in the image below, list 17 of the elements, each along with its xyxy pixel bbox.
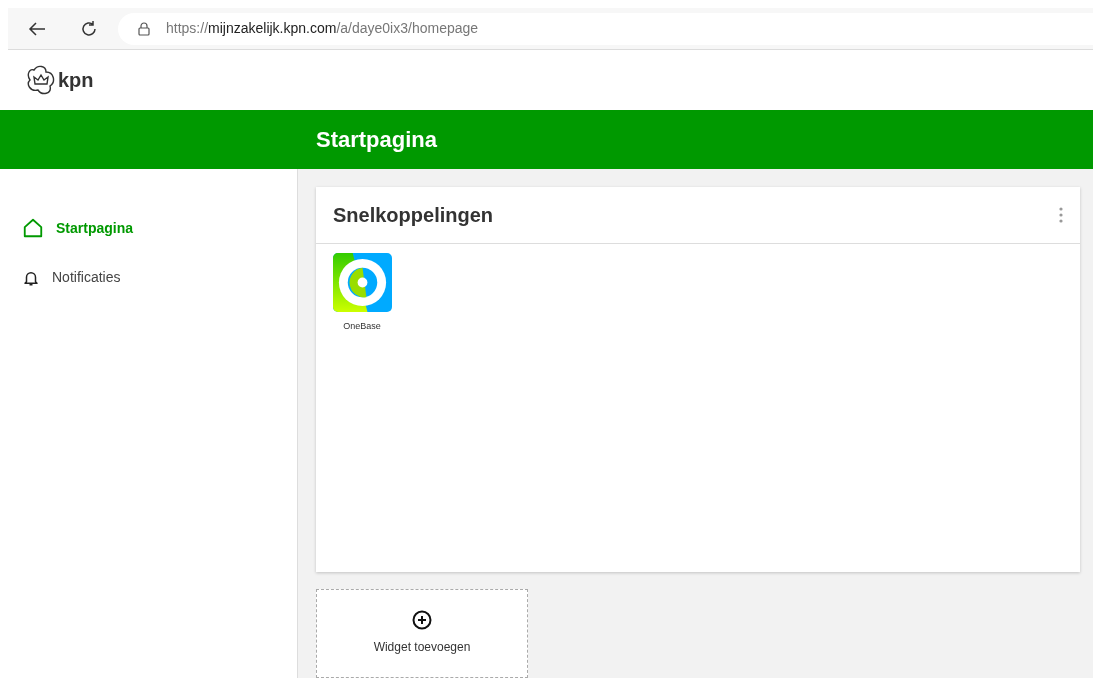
sidebar-item[interactable]: Startpagina — [22, 217, 133, 239]
shortcut-tile[interactable]: OneBase — [332, 253, 392, 334]
lock-icon — [138, 21, 150, 36]
url-text: https://mijnzakelijk.kpn.com/a/daye0ix3/homepage — [166, 19, 479, 38]
plus-circle-icon — [412, 609, 432, 630]
page-title: Startpagina — [316, 126, 438, 154]
address-bar[interactable]: https://mijnzakelijk.kpn.com/a/daye0ix3/homepage — [118, 12, 1093, 45]
widget-title: Snelkoppelingen — [333, 203, 494, 228]
crown-logo-icon — [26, 64, 56, 96]
add-widget-button[interactable]: Widget toevoegen — [316, 588, 528, 678]
sidebar-item[interactable]: Notificaties — [22, 267, 121, 288]
app-logo-icon — [332, 253, 392, 312]
home-icon — [22, 217, 44, 239]
reload-icon[interactable] — [80, 19, 98, 38]
logo-text: kpn — [58, 68, 94, 93]
back-icon[interactable] — [28, 20, 46, 37]
more-icon[interactable] — [1059, 207, 1063, 223]
